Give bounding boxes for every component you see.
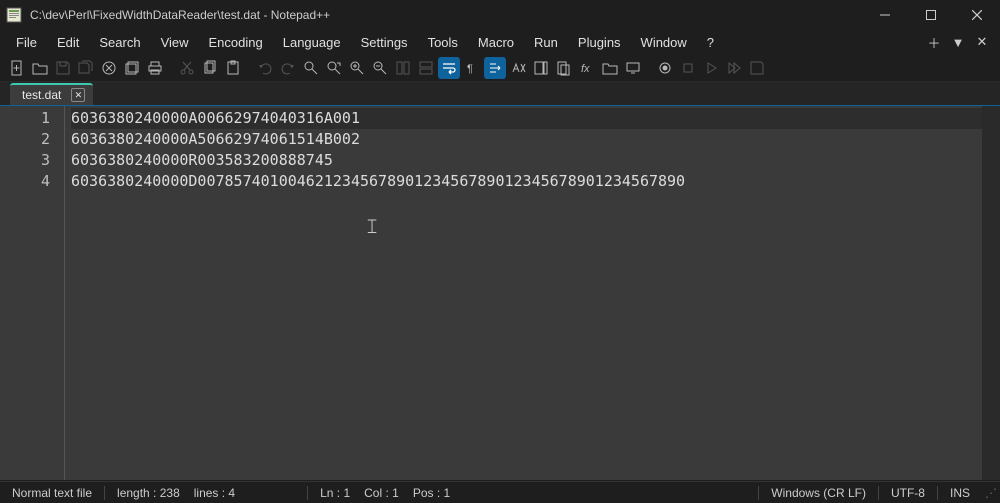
status-ln: Ln : 1 xyxy=(320,486,350,500)
show-chars-icon[interactable]: ¶ xyxy=(461,57,483,79)
status-length: length : 238 xyxy=(117,486,180,500)
svg-text:¶: ¶ xyxy=(467,63,473,75)
print-icon[interactable] xyxy=(144,57,166,79)
save-icon[interactable] xyxy=(52,57,74,79)
code-line: 6036380240000A50662974061514B002 xyxy=(71,129,982,150)
status-mode[interactable]: INS xyxy=(938,486,982,500)
open-file-icon[interactable] xyxy=(29,57,51,79)
menu-window[interactable]: Window xyxy=(631,33,697,52)
code-line: 6036380240000A00662974040316A001 xyxy=(71,108,982,129)
menu-search[interactable]: Search xyxy=(89,33,150,52)
tab-active[interactable]: test.dat ✕ xyxy=(10,83,93,105)
menu-run[interactable]: Run xyxy=(524,33,568,52)
code-line: 6036380240000D00785740100462123456789012… xyxy=(71,171,982,192)
app-icon xyxy=(6,7,22,23)
close-all-icon[interactable] xyxy=(121,57,143,79)
folder-workspace-icon[interactable] xyxy=(599,57,621,79)
indent-guide-icon[interactable] xyxy=(484,57,506,79)
code-line: 6036380240000R003583200888745 xyxy=(71,150,982,171)
minimize-button[interactable] xyxy=(862,0,908,30)
menu-settings[interactable]: Settings xyxy=(351,33,418,52)
menu-file[interactable]: File xyxy=(6,33,47,52)
line-number-gutter: 1 2 3 4 xyxy=(0,106,65,480)
line-number: 4 xyxy=(0,171,50,192)
status-eol[interactable]: Windows (CR LF) xyxy=(759,486,878,500)
tab-close-icon[interactable]: ✕ xyxy=(71,88,85,102)
status-encoding[interactable]: UTF-8 xyxy=(879,486,937,500)
status-pos: Pos : 1 xyxy=(413,486,450,500)
status-col: Col : 1 xyxy=(364,486,399,500)
tab-label: test.dat xyxy=(22,88,61,102)
replace-icon[interactable] xyxy=(323,57,345,79)
find-icon[interactable] xyxy=(300,57,322,79)
maximize-button[interactable] xyxy=(908,0,954,30)
menu-close-icon[interactable]: ✕ xyxy=(970,30,994,54)
status-bar: Normal text file length : 238 lines : 4 … xyxy=(0,481,1000,503)
sync-v-icon[interactable] xyxy=(392,57,414,79)
close-file-icon[interactable] xyxy=(98,57,120,79)
monitor-icon[interactable] xyxy=(622,57,644,79)
svg-text:fx: fx xyxy=(581,63,590,75)
menu-help[interactable]: ? xyxy=(697,33,724,52)
menu-macro[interactable]: Macro xyxy=(468,33,524,52)
wordwrap-icon[interactable] xyxy=(438,57,460,79)
resize-grip-icon[interactable]: ⋰ xyxy=(982,486,1000,500)
editor: 1 2 3 4 6036380240000A00662974040316A001… xyxy=(0,106,1000,480)
window-title: C:\dev\Perl\FixedWidthDataReader\test.da… xyxy=(30,8,862,22)
save-all-icon[interactable] xyxy=(75,57,97,79)
menu-view[interactable]: View xyxy=(151,33,199,52)
menu-edit[interactable]: Edit xyxy=(47,33,89,52)
sync-h-icon[interactable] xyxy=(415,57,437,79)
status-filetype: Normal text file xyxy=(0,482,104,503)
menu-bar: File Edit Search View Encoding Language … xyxy=(0,30,1000,54)
text-cursor-icon: 𝙸 xyxy=(365,216,379,239)
toolbar: ¶ fx xyxy=(0,54,1000,82)
line-number: 1 xyxy=(0,108,50,129)
play-icon[interactable] xyxy=(700,57,722,79)
undo-icon[interactable] xyxy=(254,57,276,79)
zoom-out-icon[interactable] xyxy=(369,57,391,79)
save-macro-icon[interactable] xyxy=(746,57,768,79)
menu-dropdown-icon[interactable]: ▼ xyxy=(946,30,970,54)
menu-tools[interactable]: Tools xyxy=(418,33,468,52)
doclist-icon[interactable] xyxy=(553,57,575,79)
play-multi-icon[interactable] xyxy=(723,57,745,79)
funclist-icon[interactable]: fx xyxy=(576,57,598,79)
status-lines: lines : 4 xyxy=(194,486,235,500)
record-icon[interactable] xyxy=(654,57,676,79)
close-button[interactable] xyxy=(954,0,1000,30)
title-bar: C:\dev\Perl\FixedWidthDataReader\test.da… xyxy=(0,0,1000,30)
copy-icon[interactable] xyxy=(199,57,221,79)
stop-icon[interactable] xyxy=(677,57,699,79)
udl-icon[interactable] xyxy=(507,57,529,79)
zoom-in-icon[interactable] xyxy=(346,57,368,79)
docmap-icon[interactable] xyxy=(530,57,552,79)
tab-bar: test.dat ✕ xyxy=(0,82,1000,106)
redo-icon[interactable] xyxy=(277,57,299,79)
paste-icon[interactable] xyxy=(222,57,244,79)
menu-plugins[interactable]: Plugins xyxy=(568,33,631,52)
menu-encoding[interactable]: Encoding xyxy=(199,33,273,52)
menu-plus-icon[interactable]: ＋ xyxy=(922,30,946,54)
cut-icon[interactable] xyxy=(176,57,198,79)
code-area[interactable]: 6036380240000A00662974040316A001 6036380… xyxy=(65,106,982,480)
line-number: 2 xyxy=(0,129,50,150)
vertical-scrollbar[interactable] xyxy=(982,106,1000,480)
menu-language[interactable]: Language xyxy=(273,33,351,52)
line-number: 3 xyxy=(0,150,50,171)
new-file-icon[interactable] xyxy=(6,57,28,79)
